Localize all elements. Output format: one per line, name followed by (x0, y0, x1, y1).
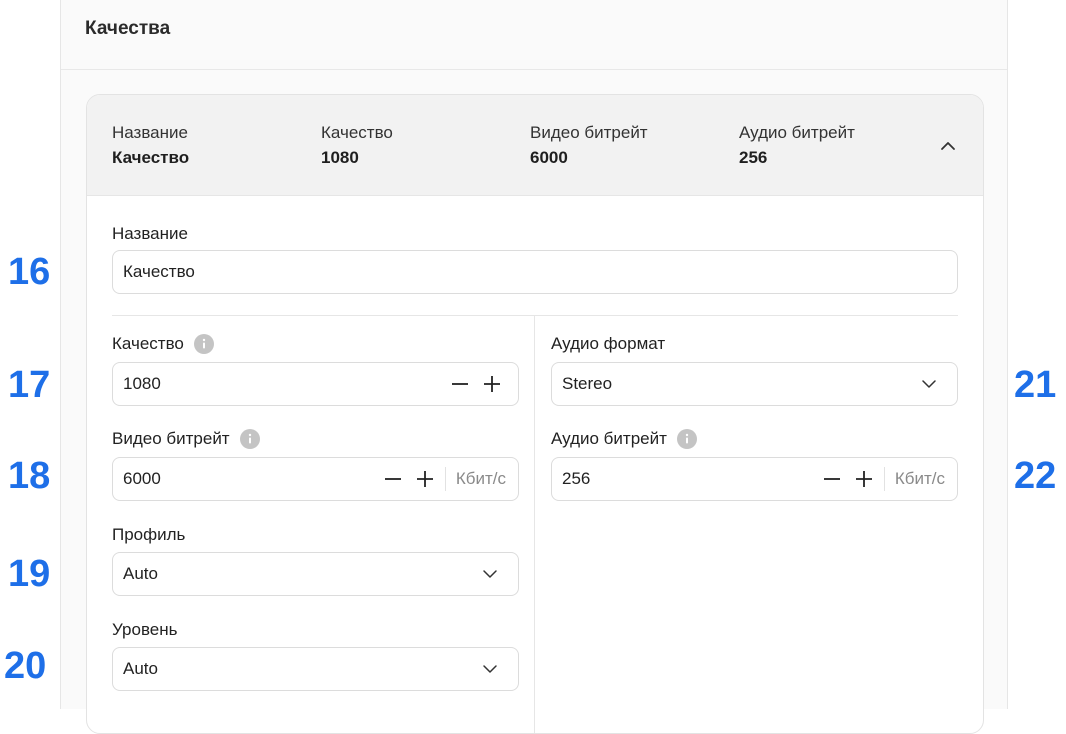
audio-bitrate-value: 256 (562, 469, 591, 488)
profile-select[interactable]: Auto (112, 552, 519, 596)
info-icon[interactable] (239, 429, 260, 449)
quality-label-text: Качество (112, 334, 184, 353)
chevron-up-icon (941, 142, 955, 150)
annotation-18: 18 (8, 455, 51, 497)
chevron-down-icon (917, 372, 941, 396)
summary-quality: Качество 1080 (321, 123, 393, 168)
summary-audio-bitrate: Аудио битрейт 256 (739, 123, 855, 168)
chevron-down-icon (478, 562, 502, 586)
summary-audio-bitrate-value: 256 (739, 148, 768, 167)
annotation-19: 19 (8, 553, 51, 595)
quality-summary[interactable]: Название Качество Качество 1080 Видео би… (87, 95, 983, 196)
annotation-17: 17 (8, 364, 51, 406)
minus-icon (823, 478, 840, 480)
summary-name: Название Качество (112, 123, 189, 168)
audio-bitrate-label-text: Аудио битрейт (551, 429, 667, 448)
quality-stepper[interactable]: 1080 (112, 362, 519, 406)
audio-bitrate-increment-button[interactable] (852, 467, 876, 491)
annotation-16: 16 (8, 251, 51, 293)
summary-quality-label: Качество (321, 123, 393, 142)
section-divider (112, 315, 958, 316)
audio-bitrate-label: Аудио битрейт (551, 429, 697, 449)
summary-video-bitrate-value: 6000 (530, 148, 568, 167)
audio-format-label: Аудио формат (551, 334, 666, 353)
video-bitrate-label: Видео битрейт (112, 429, 260, 449)
quality-label: Качество (112, 334, 214, 354)
name-label: Название (112, 224, 188, 243)
summary-audio-bitrate-label: Аудио битрейт (739, 123, 855, 142)
audio-bitrate-stepper[interactable]: 256 Кбит/с (551, 457, 958, 501)
profile-label: Профиль (112, 525, 186, 544)
annotation-20: 20 (4, 645, 47, 687)
quality-value: 1080 (123, 374, 161, 393)
column-divider (534, 316, 535, 733)
panel-title: Качества (85, 18, 171, 39)
name-input[interactable]: Качество (112, 250, 958, 294)
summary-quality-value: 1080 (321, 148, 359, 167)
quality-decrement-button[interactable] (448, 372, 472, 396)
unit-separator (883, 467, 885, 491)
audio-bitrate-unit: Кбит/с (894, 469, 945, 488)
chevron-down-icon (478, 657, 502, 681)
unit-separator (444, 467, 446, 491)
qualities-panel: Качества Название Качество Качество 1080… (60, 0, 1008, 734)
summary-video-bitrate-label: Видео битрейт (530, 123, 648, 142)
video-bitrate-decrement-button[interactable] (381, 467, 405, 491)
level-select[interactable]: Auto (112, 647, 519, 691)
collapse-button[interactable] (933, 131, 963, 161)
audio-format-value: Stereo (562, 374, 613, 393)
summary-name-label: Название (112, 123, 188, 142)
plus-icon (484, 376, 500, 392)
minus-icon (384, 478, 401, 480)
minus-icon (452, 383, 468, 385)
quality-increment-button[interactable] (480, 372, 504, 396)
info-icon[interactable] (193, 334, 214, 354)
profile-value: Auto (123, 564, 158, 583)
panel-header: Качества (61, 0, 1007, 70)
plus-icon (416, 471, 433, 487)
annotation-22: 22 (1014, 455, 1057, 497)
audio-format-select[interactable]: Stereo (551, 362, 958, 406)
plus-icon (855, 471, 872, 487)
name-input-value: Качество (123, 262, 195, 281)
quality-card: Название Качество Качество 1080 Видео би… (86, 94, 984, 734)
video-bitrate-label-text: Видео битрейт (112, 429, 230, 448)
annotation-21: 21 (1014, 364, 1057, 406)
level-value: Auto (123, 659, 158, 678)
summary-video-bitrate: Видео битрейт 6000 (530, 123, 648, 168)
audio-bitrate-decrement-button[interactable] (820, 467, 844, 491)
video-bitrate-unit: Кбит/с (455, 469, 506, 488)
info-icon[interactable] (676, 429, 697, 449)
video-bitrate-stepper[interactable]: 6000 Кбит/с (112, 457, 519, 501)
video-bitrate-value: 6000 (123, 469, 161, 488)
video-bitrate-increment-button[interactable] (413, 467, 437, 491)
summary-name-value: Качество (112, 148, 190, 167)
level-label: Уровень (112, 620, 178, 639)
